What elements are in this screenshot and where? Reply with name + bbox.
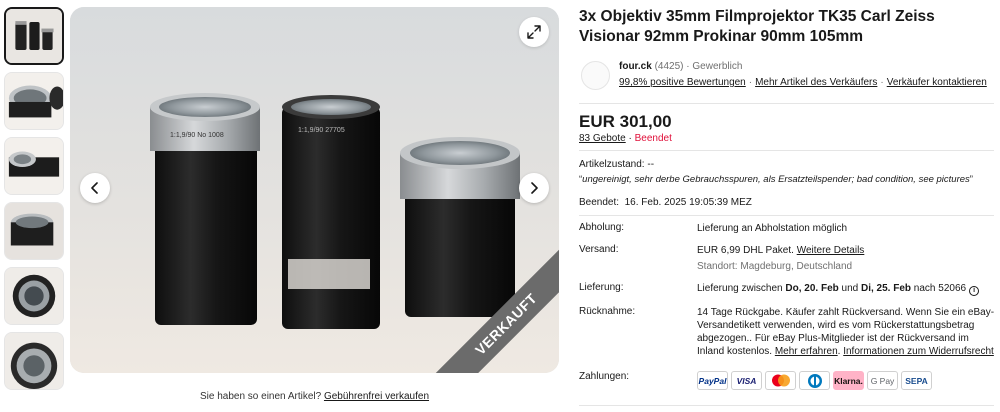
- shipping-value: EUR 6,99 DHL Paket. Weitere Details Stan…: [697, 244, 997, 273]
- withdrawal-info-link[interactable]: Informationen zum Widerrufsrecht: [843, 346, 994, 357]
- seller-avatar[interactable]: [581, 61, 610, 90]
- seller-feedback-count: (4425): [654, 61, 684, 72]
- item-location: Standort: Magdeburg, Deutschland: [697, 261, 853, 272]
- thumbnail-4[interactable]: [4, 202, 64, 260]
- end-date-label: Beendet:: [579, 197, 620, 208]
- seller-card: four.ck (4425) · Gewerblich 99,8% positi…: [579, 58, 994, 100]
- lens1-engraving: 1:1,9/90 No 1008: [170, 132, 224, 139]
- auction-status: Beendet: [634, 133, 672, 144]
- delivery-prefix: Lieferung zwischen: [697, 283, 783, 294]
- pickup-value: Lieferung an Abholstation möglich: [697, 223, 848, 234]
- seller-name[interactable]: four.ck: [619, 61, 652, 72]
- more-items-link[interactable]: Mehr Artikel des Verkäufers: [755, 77, 877, 88]
- thumbnail-5[interactable]: [4, 267, 64, 325]
- end-date: Beendet: 16. Feb. 2025 19:05:39 MEZ: [579, 197, 752, 208]
- previous-image-button[interactable]: [80, 173, 110, 203]
- diners-logo: [799, 371, 830, 390]
- returns-label: Rücknahme:: [579, 306, 636, 317]
- end-date-value: 16. Feb. 2025 19:05:39 MEZ: [624, 197, 752, 208]
- condition-description-text: ungereinigt, sehr derbe Gebrauchsspuren,…: [582, 174, 970, 185]
- thumbnail-6[interactable]: [4, 332, 64, 390]
- delivery-to: Di, 25. Feb: [861, 283, 912, 294]
- divider: [579, 103, 994, 104]
- expand-icon: [527, 25, 541, 39]
- listing-details: 3x Objektiv 35mm Filmprojektor TK35 Carl…: [579, 7, 994, 406]
- condition-label: Artikelzustand:: [579, 159, 645, 170]
- expand-image-button[interactable]: [519, 17, 549, 47]
- bids-separator: ·: [625, 133, 635, 144]
- mastercard-icon: [771, 374, 790, 387]
- bids-link[interactable]: 83 Gebote: [579, 133, 626, 144]
- learn-more-link[interactable]: Mehr erfahren: [775, 346, 838, 357]
- positive-feedback-link[interactable]: 99,8% positive Bewertungen: [619, 77, 746, 88]
- klarna-logo: Klarna.: [833, 371, 864, 390]
- contact-seller-link[interactable]: Verkäufer kontaktieren: [887, 77, 987, 88]
- sell-free-link[interactable]: Gebührenfrei verkaufen: [324, 391, 429, 402]
- condition-description: “ungereinigt, sehr derbe Gebrauchsspuren…: [579, 174, 973, 185]
- lens2-engraving: 1:1,9/90 27705: [298, 127, 345, 134]
- separator: ·: [748, 77, 753, 88]
- shipping-price: EUR 6,99 DHL Paket.: [697, 245, 794, 256]
- divider: [579, 150, 994, 151]
- delivery-suffix: nach 52066: [913, 283, 967, 294]
- sepa-logo: SEPA: [901, 371, 932, 390]
- payment-methods: PayPal VISA Klarna. G Pay SEPA: [697, 371, 932, 390]
- thumbnail-3[interactable]: [4, 137, 64, 195]
- google-pay-logo: G Pay: [867, 371, 898, 390]
- separator: ·: [880, 77, 884, 88]
- condition-value: --: [647, 159, 655, 170]
- returns-value: 14 Tage Rückgabe. Käufer zahlt Rückversa…: [697, 306, 997, 358]
- delivery-value: Lieferung zwischen Do, 20. Feb und Di, 2…: [697, 282, 997, 296]
- next-image-button[interactable]: [519, 173, 549, 203]
- seller-links: 99,8% positive Bewertungen · Mehr Artikel …: [619, 77, 987, 88]
- listing-title: 3x Objektiv 35mm Filmprojektor TK35 Carl…: [579, 8, 935, 45]
- chevron-left-icon: [91, 182, 98, 194]
- bids-line: 83 Gebote · Beendet: [579, 133, 672, 144]
- quote-close: ”: [969, 174, 973, 185]
- divider: [579, 215, 994, 216]
- visa-logo: VISA: [731, 371, 762, 390]
- divider: [579, 405, 994, 406]
- price: EUR 301,00: [579, 112, 672, 131]
- chevron-right-icon: [531, 182, 538, 194]
- seller-separator: ·: [686, 61, 690, 72]
- seller-header: four.ck (4425) · Gewerblich: [619, 61, 742, 72]
- lenses-photo: 1:1,9/90 No 1008 1:1,9/90 27705: [70, 7, 559, 373]
- shipping-details-link[interactable]: Weitere Details: [797, 245, 865, 256]
- condition: Artikelzustand: --: [579, 159, 654, 170]
- sell-note-text: Sie haben so einen Artikel?: [199, 391, 322, 402]
- delivery-from: Do, 20. Feb: [785, 283, 839, 294]
- seller-type: Gewerblich: [692, 61, 743, 72]
- paypal-logo: PayPal: [697, 371, 728, 390]
- thumbnail-2[interactable]: [4, 72, 64, 130]
- thumbnail-strip: [4, 7, 66, 397]
- sell-similar-note: Sie haben so einen Artikel? Gebührenfrei…: [70, 391, 559, 402]
- diners-club-icon: [807, 373, 822, 388]
- payments-label: Zahlungen:: [579, 371, 630, 382]
- mastercard-logo: [765, 371, 796, 390]
- info-icon[interactable]: i: [969, 286, 980, 296]
- delivery-and: und: [841, 283, 859, 294]
- pickup-label: Abholung:: [579, 222, 625, 233]
- shipping-label: Versand:: [579, 244, 619, 255]
- delivery-label: Lieferung:: [579, 282, 624, 293]
- main-product-image[interactable]: 1:1,9/90 No 1008 1:1,9/90 27705 VERKAUFT: [70, 7, 559, 373]
- thumbnail-1[interactable]: [4, 7, 64, 65]
